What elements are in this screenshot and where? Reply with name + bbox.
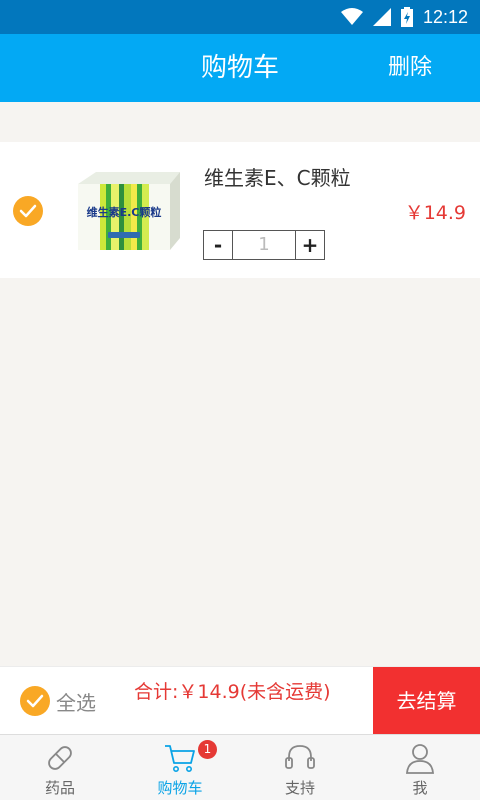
nav-item-me[interactable]: 我 [360, 735, 480, 800]
nav-label: 我 [412, 779, 428, 797]
nav-item-support[interactable]: 支持 [240, 735, 360, 800]
checkout-button[interactable]: 去结算 [373, 667, 480, 735]
cart-item: 维生素E.C颗粒 维生素E、C颗粒 ￥14.9 - 1 + [0, 142, 480, 278]
person-icon [406, 744, 434, 774]
battery-icon [400, 7, 413, 27]
check-icon [19, 204, 37, 218]
header: 购物车 删除 [0, 34, 480, 102]
delete-button[interactable]: 删除 [388, 34, 432, 102]
check-icon [26, 694, 44, 708]
quantity-value[interactable]: 1 [232, 231, 296, 259]
select-all-checkbox[interactable] [20, 686, 50, 716]
clock: 12:12 [422, 6, 468, 27]
cart-count-badge: 1 [198, 740, 217, 759]
pill-icon [48, 746, 72, 770]
nav-label: 购物车 [157, 779, 203, 797]
status-bar: 12:12 [0, 0, 480, 34]
bottom-nav: 药品 购物车 支持 我 [0, 734, 480, 800]
select-all-label[interactable]: 全选 [56, 687, 96, 716]
nav-label: 支持 [284, 779, 315, 797]
checkout-bar: 全选 合计:￥14.9(未含运费) 去结算 [0, 666, 480, 735]
quantity-stepper: - 1 + [203, 230, 325, 260]
nav-item-cart[interactable]: 购物车 [120, 735, 240, 800]
decrease-button[interactable]: - [204, 231, 232, 259]
cart-icon [165, 745, 195, 772]
product-image-label: 维生素E.C颗粒 [87, 205, 162, 219]
signal-icon [372, 8, 391, 26]
total-price: 合计:￥14.9(未含运费) [134, 681, 331, 703]
wifi-icon [340, 8, 363, 25]
nav-label: 药品 [44, 779, 75, 797]
product-name[interactable]: 维生素E、C颗粒 [204, 162, 351, 191]
increase-button[interactable]: + [296, 231, 324, 259]
product-image[interactable]: 维生素E.C颗粒 [72, 168, 180, 252]
nav-item-medicine[interactable]: 药品 [0, 735, 120, 800]
product-price: ￥14.9 [404, 202, 466, 224]
item-checkbox[interactable] [13, 196, 43, 226]
headset-icon [285, 745, 315, 769]
